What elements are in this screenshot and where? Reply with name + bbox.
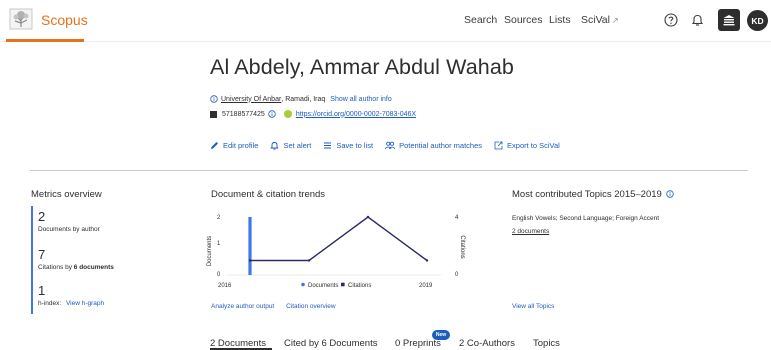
right-tick-4: 4	[455, 215, 459, 221]
topics-info-icon[interactable]	[666, 190, 675, 198]
citations-count[interactable]: 7	[38, 247, 45, 262]
topic-item[interactable]: English Vowels; Second Language; Foreign…	[512, 215, 659, 222]
left-tick-1: 1	[217, 241, 221, 247]
bell-icon	[270, 142, 280, 150]
profile-actions: Edit profile Set alert Save to list Pote…	[210, 141, 572, 150]
author-id: 57188577425	[222, 110, 265, 118]
tab-cited-by[interactable]: Cited by 6 Documents	[284, 338, 377, 349]
new-badge: New	[432, 330, 450, 340]
bell-icon[interactable]	[688, 11, 706, 29]
nav-scival-label: SciVal	[581, 14, 610, 26]
info-circle-icon	[210, 95, 218, 103]
x-tick-end: 2019	[419, 283, 433, 289]
orcid-icon	[283, 110, 292, 118]
export-icon	[494, 141, 503, 150]
legend-documents-label: Documents	[308, 283, 338, 289]
save-to-list-button[interactable]: Save to list	[323, 141, 373, 150]
edit-profile-button[interactable]: Edit profile	[210, 141, 258, 150]
logo-underline	[6, 39, 84, 42]
citations-label-documents: 6 documents	[73, 264, 114, 271]
nav-lists[interactable]: Lists	[549, 14, 571, 26]
citations-label-prefix: Citations by	[38, 264, 74, 271]
potential-author-matches-label: Potential author matches	[399, 141, 483, 150]
list-icon	[324, 142, 332, 149]
topics-title-text: Most contributed Topics 2015–2019	[512, 189, 662, 200]
set-alert-label: Set alert	[283, 141, 312, 150]
hindex-value: 1	[38, 283, 46, 298]
author-name: Al Abdely, Ammar Abdul Wahab	[210, 55, 514, 79]
hindex-row: h-index: View h-graph	[38, 300, 104, 307]
citations-point-2016[interactable]	[248, 259, 252, 262]
affiliation-link[interactable]: University Of Anbar	[221, 96, 281, 103]
document-citation-trends-title: Document & citation trends	[211, 189, 326, 200]
pencil-icon	[211, 142, 218, 149]
metrics-overview-title: Metrics overview	[31, 189, 102, 200]
left-tick-2: 2	[217, 215, 221, 221]
external-link-icon: ↗	[611, 16, 619, 25]
x-tick-start: 2016	[218, 283, 232, 289]
identifier-row: 57188577425 https://orcid.org/0000-0002-…	[210, 110, 416, 118]
nav-scival[interactable]: SciVal ↗	[581, 14, 619, 26]
orcid-link[interactable]: https://orcid.org/0000-0002-7083-046X	[296, 111, 416, 118]
affiliation-location: , Ramadi, Iraq	[281, 95, 326, 103]
right-axis-label: Citations	[459, 235, 465, 258]
legend-documents-swatch	[301, 282, 305, 287]
most-contributed-topics-title: Most contributed Topics 2015–2019	[512, 189, 675, 200]
citations-point-2018[interactable]	[366, 215, 370, 219]
view-all-topics-link[interactable]: View all Topics	[512, 303, 554, 310]
view-h-graph-link[interactable]: View h-graph	[66, 300, 104, 307]
user-avatar[interactable]: KD	[747, 10, 768, 31]
section-divider	[30, 170, 748, 171]
citations-point-2017[interactable]	[307, 259, 311, 262]
help-icon[interactable]	[662, 11, 680, 29]
citations-point-2019[interactable]	[425, 259, 429, 262]
chart-links: Analyze author output Citation overview	[211, 303, 346, 310]
documents-bar-2016[interactable]	[248, 217, 252, 275]
tab-co-authors[interactable]: 2 Co-Authors	[459, 338, 515, 349]
save-to-list-label: Save to list	[336, 141, 374, 150]
nav-sources[interactable]: Sources	[504, 14, 543, 26]
legend-citations-label: Citations	[348, 283, 371, 289]
legend-citations-swatch	[341, 282, 345, 287]
analyze-author-output-link[interactable]: Analyze author output	[211, 303, 274, 310]
elsevier-tree-logo-icon[interactable]	[9, 7, 33, 31]
nav-search[interactable]: Search	[464, 14, 497, 26]
affiliation-row: University Of Anbar , Ramadi, Iraq Show …	[210, 95, 392, 103]
metrics-accent-bar	[31, 206, 33, 314]
export-to-scival-button[interactable]: Export to SciVal	[494, 141, 560, 150]
show-all-author-info-link[interactable]: Show all author info	[330, 96, 391, 103]
tab-topics[interactable]: Topics	[533, 338, 560, 349]
left-tick-0: 0	[217, 272, 221, 278]
top-header: Scopus Search Sources Lists SciVal ↗ KD	[0, 0, 771, 42]
export-to-scival-label: Export to SciVal	[507, 141, 560, 150]
edit-profile-label: Edit profile	[223, 141, 259, 150]
documents-count[interactable]: 2	[38, 209, 45, 224]
scopus-id-icon	[210, 110, 217, 118]
institution-icon[interactable]	[718, 9, 740, 31]
left-axis-label: Documents	[207, 236, 213, 266]
citations-line	[250, 216, 428, 262]
documents-count-label: Documents by author	[38, 226, 100, 233]
topic-documents-link[interactable]: 2 documents	[512, 228, 549, 235]
chart-marks	[248, 215, 429, 275]
author-id-info-icon[interactable]	[268, 110, 276, 118]
citations-count-label: Citations by 6 documents	[38, 264, 114, 271]
set-alert-button[interactable]: Set alert	[270, 141, 311, 150]
tab-preprints[interactable]: 0 Preprints	[395, 338, 441, 349]
citation-overview-link[interactable]: Citation overview	[286, 303, 336, 310]
potential-author-matches-button[interactable]: Potential author matches	[385, 141, 482, 150]
hindex-label: h-index:	[38, 300, 62, 307]
scopus-logo-text[interactable]: Scopus	[41, 12, 88, 28]
document-citation-trends-chart: 2 1 0 Documents 4 0 Citations 2016 2019 …	[207, 215, 465, 289]
right-tick-0: 0	[455, 272, 459, 278]
people-icon	[385, 141, 395, 150]
